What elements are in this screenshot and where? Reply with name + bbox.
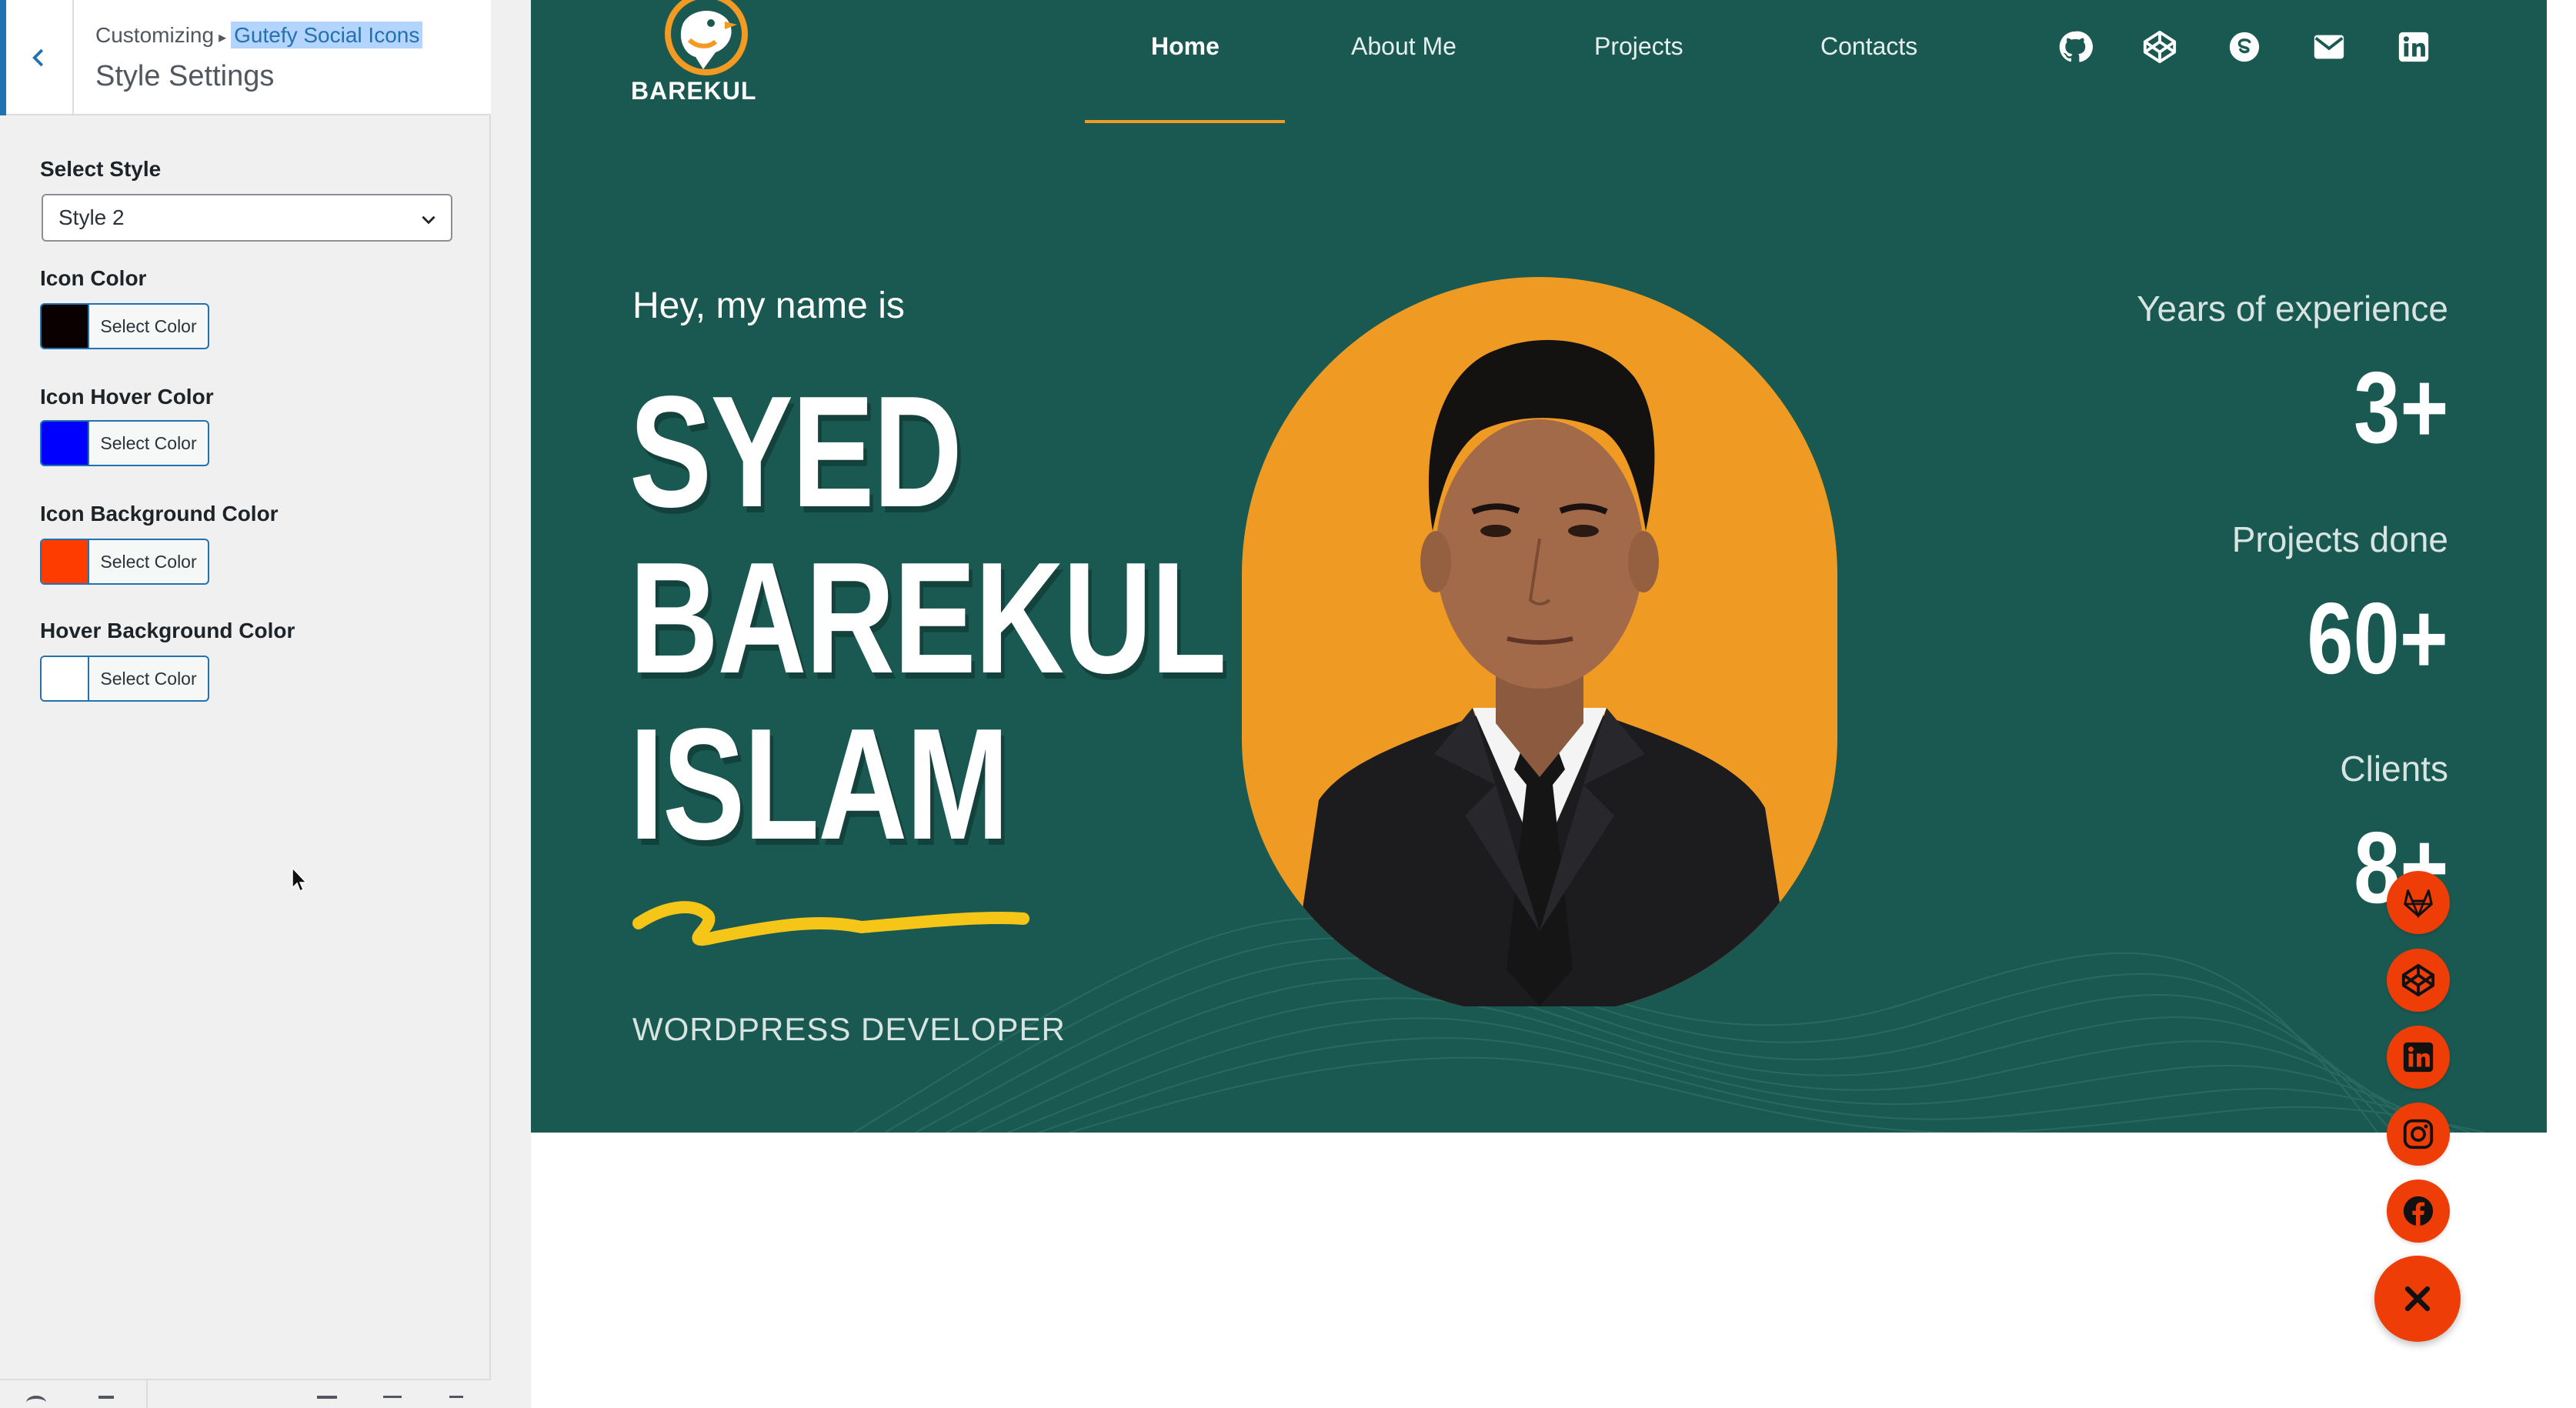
customizer-footer bbox=[0, 1379, 491, 1408]
header-skype-link[interactable] bbox=[2227, 29, 2262, 65]
icon-background-color-label: Icon Background Color bbox=[40, 502, 279, 525]
select-style-label: Select Style bbox=[40, 157, 162, 181]
stat-experience-label: Years of experience bbox=[2137, 289, 2448, 329]
select-style-value: Style 2 bbox=[58, 205, 125, 229]
codepen-icon bbox=[2143, 30, 2177, 64]
hero-section: BAREKUL Home About Me Projects Contacts bbox=[531, 0, 2547, 1133]
select-color-label: Select Color bbox=[100, 551, 197, 572]
linkedin-icon bbox=[2403, 1042, 2434, 1073]
floating-gitlab-button[interactable] bbox=[2387, 871, 2450, 934]
icon-background-color-button[interactable]: Select Color bbox=[40, 539, 209, 585]
floating-instagram-button[interactable] bbox=[2387, 1103, 2450, 1166]
header-mail-link[interactable] bbox=[2311, 29, 2347, 65]
nav-home[interactable]: Home bbox=[1151, 32, 1220, 61]
codepen-icon bbox=[2401, 963, 2435, 997]
floating-facebook-button[interactable] bbox=[2387, 1179, 2450, 1243]
nav-contacts[interactable]: Contacts bbox=[1820, 32, 1917, 61]
nav-about-me[interactable]: About Me bbox=[1351, 32, 1457, 61]
mail-icon bbox=[2314, 35, 2344, 59]
hero-name-line-2: BAREKUL bbox=[629, 529, 1226, 706]
stat-experience-value: 3+ bbox=[2353, 351, 2448, 464]
close-icon bbox=[2404, 1286, 2431, 1312]
icon-color-label: Icon Color bbox=[40, 266, 147, 290]
screen: Customizing ▸ Gutefy Social Icons Style Se… bbox=[0, 0, 2576, 1408]
customizer-sidebar: Customizing ▸ Gutefy Social Icons Style Se… bbox=[0, 0, 491, 1408]
header-codepen-link[interactable] bbox=[2142, 29, 2177, 65]
desktop-preview-icon[interactable] bbox=[317, 1396, 337, 1408]
select-style-dropdown[interactable]: Style 2 bbox=[42, 194, 452, 242]
github-icon bbox=[2059, 31, 2093, 62]
breadcrumb: Customizing ▸ Gutefy Social Icons bbox=[95, 22, 423, 48]
header-github-link[interactable] bbox=[2057, 29, 2093, 65]
breadcrumb-section: Gutefy Social Icons bbox=[231, 22, 423, 48]
nav-active-underline bbox=[1085, 120, 1285, 123]
color-swatch bbox=[42, 422, 89, 465]
color-swatch bbox=[42, 540, 89, 583]
back-button[interactable] bbox=[0, 0, 74, 115]
icon-color-button[interactable]: Select Color bbox=[40, 303, 209, 349]
nav-projects[interactable]: Projects bbox=[1594, 32, 1683, 61]
stat-projects-label: Projects done bbox=[2231, 519, 2448, 559]
stat-clients-label: Clients bbox=[2340, 749, 2448, 789]
mouse-cursor-icon bbox=[292, 866, 308, 893]
preview-scroll-gutter bbox=[2547, 0, 2576, 1408]
portrait-image bbox=[1242, 277, 1837, 1006]
chevron-left-icon bbox=[32, 48, 44, 67]
customizer-header: Customizing ▸ Gutefy Social Icons Style Se… bbox=[0, 0, 491, 115]
yellow-brush-stroke bbox=[632, 901, 1029, 946]
icon-hover-color-button[interactable]: Select Color bbox=[40, 420, 209, 466]
mobile-preview-icon[interactable] bbox=[449, 1396, 463, 1408]
chevron-down-icon bbox=[422, 215, 435, 225]
color-swatch bbox=[42, 305, 89, 348]
hero-role: WORDPRESS DEVELOPER bbox=[632, 1011, 1066, 1047]
hover-background-color-label: Hover Background Color bbox=[40, 619, 295, 642]
footer-divider bbox=[146, 1380, 148, 1408]
hover-background-color-button[interactable]: Select Color bbox=[40, 656, 209, 702]
skype-icon bbox=[2229, 32, 2260, 62]
hero-name-line-1: SYED bbox=[629, 363, 963, 540]
icon-hover-color-label: Icon Hover Color bbox=[40, 385, 214, 409]
header-linkedin-link[interactable] bbox=[2396, 29, 2431, 65]
linkedin-icon bbox=[2398, 32, 2429, 62]
instagram-icon bbox=[2403, 1119, 2434, 1149]
color-swatch bbox=[42, 657, 89, 700]
breadcrumb-prefix: Customizing bbox=[95, 23, 215, 47]
select-color-label: Select Color bbox=[100, 668, 197, 689]
section-title: Style Settings bbox=[95, 60, 275, 92]
help-icon[interactable] bbox=[26, 1396, 46, 1408]
select-color-label: Select Color bbox=[100, 315, 197, 336]
tablet-preview-icon[interactable] bbox=[383, 1396, 402, 1408]
floating-close-button[interactable] bbox=[2374, 1256, 2461, 1342]
breadcrumb-separator: ▸ bbox=[219, 29, 227, 46]
floating-linkedin-button[interactable] bbox=[2387, 1026, 2450, 1089]
site-preview: BAREKUL Home About Me Projects Contacts bbox=[531, 0, 2547, 1408]
stat-projects-value: 60+ bbox=[2307, 582, 2448, 695]
gitlab-icon bbox=[2404, 889, 2433, 919]
logo-text: BAREKUL bbox=[631, 77, 757, 105]
floating-codepen-button[interactable] bbox=[2387, 949, 2450, 1012]
hero-greeting: Hey, my name is bbox=[632, 285, 905, 326]
collapse-icon[interactable] bbox=[98, 1396, 114, 1408]
hero-name-line-3: ISLAM bbox=[629, 696, 1009, 872]
select-color-label: Select Color bbox=[100, 432, 197, 453]
facebook-icon bbox=[2403, 1196, 2434, 1226]
